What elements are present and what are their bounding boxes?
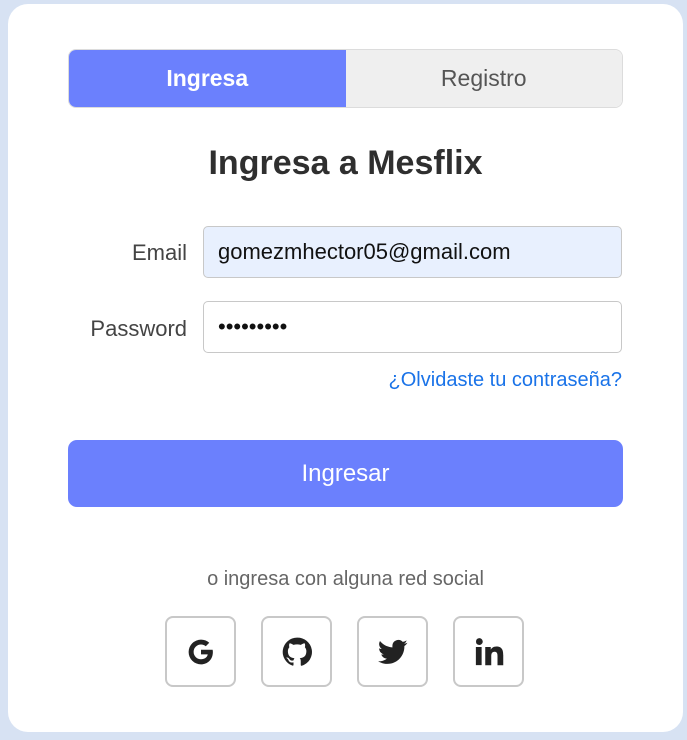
login-submit-button[interactable]: Ingresar (68, 440, 623, 507)
google-icon (188, 639, 213, 664)
github-icon (282, 637, 312, 666)
password-label: Password (90, 316, 187, 341)
email-label: Email (131, 240, 187, 265)
linkedin-icon (475, 637, 503, 665)
twitter-icon (377, 639, 407, 664)
password-field[interactable] (203, 301, 622, 353)
linkedin-login-button[interactable] (453, 616, 524, 687)
github-login-button[interactable] (261, 616, 332, 687)
forgot-password-link[interactable]: ¿Olvidaste tu contraseña? (389, 369, 622, 392)
social-buttons (165, 616, 524, 687)
auth-tabs: Ingresa Registro (68, 49, 623, 108)
page-title: Ingresa a Mesflix (208, 144, 483, 182)
google-login-button[interactable] (165, 616, 236, 687)
email-field[interactable] (203, 226, 622, 278)
login-card: Ingresa Registro Ingresa a Mesflix Email… (8, 4, 683, 732)
tab-register[interactable]: Registro (345, 50, 622, 107)
social-login-prompt: o ingresa con alguna red social (207, 568, 484, 590)
twitter-login-button[interactable] (357, 616, 428, 687)
tab-login[interactable]: Ingresa (69, 50, 346, 107)
